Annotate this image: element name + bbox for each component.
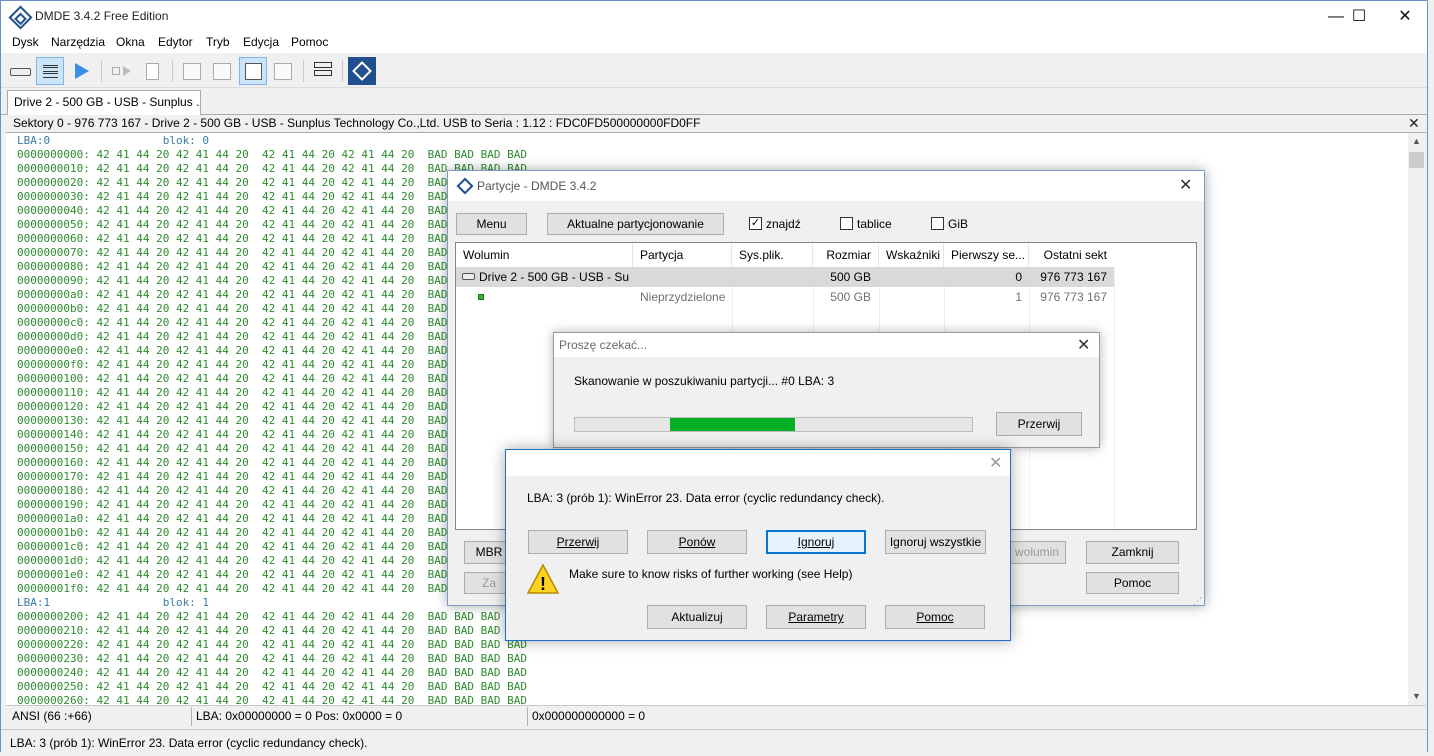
close-partitions-button[interactable]: Zamknij <box>1086 541 1179 564</box>
cell-first-sector: 0 <box>1015 270 1022 284</box>
toolbar <box>1 54 1427 88</box>
abort-button[interactable]: Przerwij <box>528 530 628 554</box>
table-view-icon[interactable] <box>178 57 206 85</box>
column-header-size[interactable]: Rozmiar <box>813 243 879 267</box>
drive-icon <box>462 273 475 280</box>
sector-close-icon[interactable]: ✕ <box>1408 115 1420 132</box>
cell-last-sector: 976 773 167 <box>1040 270 1107 284</box>
menu-edytor[interactable]: Edytor <box>158 35 193 49</box>
help-button[interactable]: Pomoc <box>885 605 985 629</box>
menu-okna[interactable]: Okna <box>116 35 145 49</box>
maximize-button[interactable]: ☐ <box>1336 1 1382 33</box>
close-window-button[interactable]: ✕ <box>1382 1 1428 33</box>
partitions-dialog-title: Partycje - DMDE 3.4.2 <box>477 179 597 193</box>
column-header-flags[interactable]: Wskaźniki <box>879 243 944 267</box>
search-view-icon[interactable] <box>269 57 297 85</box>
table-row-drive[interactable]: Drive 2 - 500 GB - USB - Su... 500 GB 0 … <box>456 267 1114 287</box>
parameters-button[interactable]: Parametry <box>766 605 866 629</box>
status-bar: ANSI (66 :+66) LBA: 0x00000000 = 0 Pos: … <box>6 705 1426 726</box>
table-row-unallocated[interactable]: Nieprzydzielone 500 GB 1 976 773 167 <box>456 287 1114 307</box>
update-button[interactable]: Aktualizuj <box>647 605 747 629</box>
progress-fill <box>670 418 796 431</box>
title-bar[interactable]: DMDE 3.4.2 Free Edition — ☐ ✕ <box>1 1 1427 33</box>
sector-header: Sektory 0 - 976 773 167 - Drive 2 - 500 … <box>6 115 1426 133</box>
list-grid-icon[interactable] <box>208 57 236 85</box>
gib-checkbox[interactable] <box>931 217 944 230</box>
tab-strip: Drive 2 - 500 GB - USB - Sunplus ... <box>1 88 1427 115</box>
resize-grip-icon[interactable]: ⋰ <box>1193 596 1202 607</box>
drive-icon[interactable] <box>7 57 35 85</box>
ignore-button[interactable]: Ignoruj <box>766 530 866 554</box>
close-icon[interactable]: ✕ <box>989 453 1002 473</box>
menu-narzedzia[interactable]: Narzędzia <box>51 35 105 49</box>
scroll-down-icon[interactable]: ▼ <box>1408 688 1425 705</box>
retry-button[interactable]: Ponów <box>647 530 747 554</box>
window-title: DMDE 3.4.2 Free Edition <box>35 9 169 23</box>
column-header-filesystem[interactable]: Sys.plik. <box>732 243 813 267</box>
menu-pomoc[interactable]: Pomoc <box>291 35 328 49</box>
tables-checkbox[interactable] <box>840 217 853 230</box>
error-dialog-titlebar[interactable]: ✕ <box>506 450 1010 476</box>
wait-dialog-title: Proszę czekać... <box>559 338 648 352</box>
partitions-dialog-titlebar[interactable]: Partycje - DMDE 3.4.2 ✕ <box>448 171 1204 201</box>
menu-tryb[interactable]: Tryb <box>206 35 230 49</box>
vertical-scrollbar[interactable]: ▲ ▼ <box>1408 133 1425 705</box>
close-icon[interactable]: ✕ <box>1179 175 1192 195</box>
cell-size: 500 GB <box>830 270 871 284</box>
menu-button[interactable]: Menu <box>456 213 527 235</box>
wait-dialog: Proszę czekać... ✕ Skanowanie w poszukiw… <box>553 332 1100 448</box>
cell-volume: Drive 2 - 500 GB - USB - Su... <box>479 270 629 284</box>
dmde-app-icon <box>8 5 33 30</box>
column-header-volume[interactable]: Wolumin <box>456 243 633 267</box>
cell-partition: Nieprzydzielone <box>640 290 726 304</box>
step-icon[interactable] <box>108 57 136 85</box>
abort-scan-button[interactable]: Przerwij <box>996 412 1082 436</box>
warning-mark: ! <box>540 574 546 594</box>
cell-size: 500 GB <box>830 290 871 304</box>
column-header-first-sector[interactable]: Pierwszy se... <box>944 243 1029 267</box>
list-view-icon[interactable] <box>36 57 64 85</box>
error-dialog: ✕ LBA: 3 (prób 1): WinError 23. Data err… <box>505 449 1011 641</box>
position-status: LBA: 0x00000000 = 0 Pos: 0x0000 = 0 <box>196 709 403 723</box>
ignore-all-button[interactable]: Ignoruj wszystkie <box>885 530 986 554</box>
warning-text: Make sure to know risks of further worki… <box>569 567 853 581</box>
cell-first-sector: 1 <box>1015 290 1022 304</box>
encoding-status: ANSI (66 :+66) <box>12 709 92 723</box>
menu-bar: Dysk Narzędzia Okna Edytor Tryb Edycja P… <box>1 33 1427 53</box>
menu-edycja[interactable]: Edycja <box>243 35 279 49</box>
column-header-partition[interactable]: Partycja <box>633 243 732 267</box>
wait-dialog-titlebar[interactable]: Proszę czekać... ✕ <box>554 333 1099 357</box>
tables-checkbox-label: tablice <box>857 217 892 231</box>
gib-checkbox-label: GiB <box>948 217 969 231</box>
partitions-icon[interactable] <box>309 57 337 85</box>
close-icon[interactable]: ✕ <box>1077 335 1090 355</box>
error-message: LBA: 3 (prób 1): WinError 23. Data error… <box>527 491 885 505</box>
dmde-logo-icon[interactable] <box>348 57 376 85</box>
cell-last-sector: 976 773 167 <box>1040 290 1107 304</box>
play-icon[interactable] <box>67 57 95 85</box>
find-checkbox-label: znajdź <box>766 217 801 231</box>
value-status: 0x000000000000 = 0 <box>532 709 646 723</box>
scan-progress-bar <box>574 417 973 432</box>
help-partitions-button[interactable]: Pomoc <box>1086 572 1179 594</box>
unallocated-icon <box>478 294 484 300</box>
find-checkbox[interactable]: ✓ <box>749 217 762 230</box>
column-header-last-sector[interactable]: Ostatni sekt <box>1029 243 1114 267</box>
scroll-up-icon[interactable]: ▲ <box>1408 133 1425 150</box>
warning-icon: ! <box>526 563 560 594</box>
scan-status-text: Skanowanie w poszukiwaniu partycji... #0… <box>574 374 835 388</box>
scroll-thumb[interactable] <box>1409 152 1424 168</box>
hex-view-icon[interactable] <box>239 57 267 85</box>
new-file-icon[interactable] <box>139 57 167 85</box>
current-partitioning-button[interactable]: Aktualne partycjonowanie <box>547 213 724 235</box>
tab-drive-2[interactable]: Drive 2 - 500 GB - USB - Sunplus ... <box>7 90 201 115</box>
message-bar: LBA: 3 (prób 1): WinError 23. Data error… <box>1 729 1427 753</box>
dmde-dialog-icon <box>456 177 474 195</box>
menu-dysk[interactable]: Dysk <box>12 35 39 49</box>
